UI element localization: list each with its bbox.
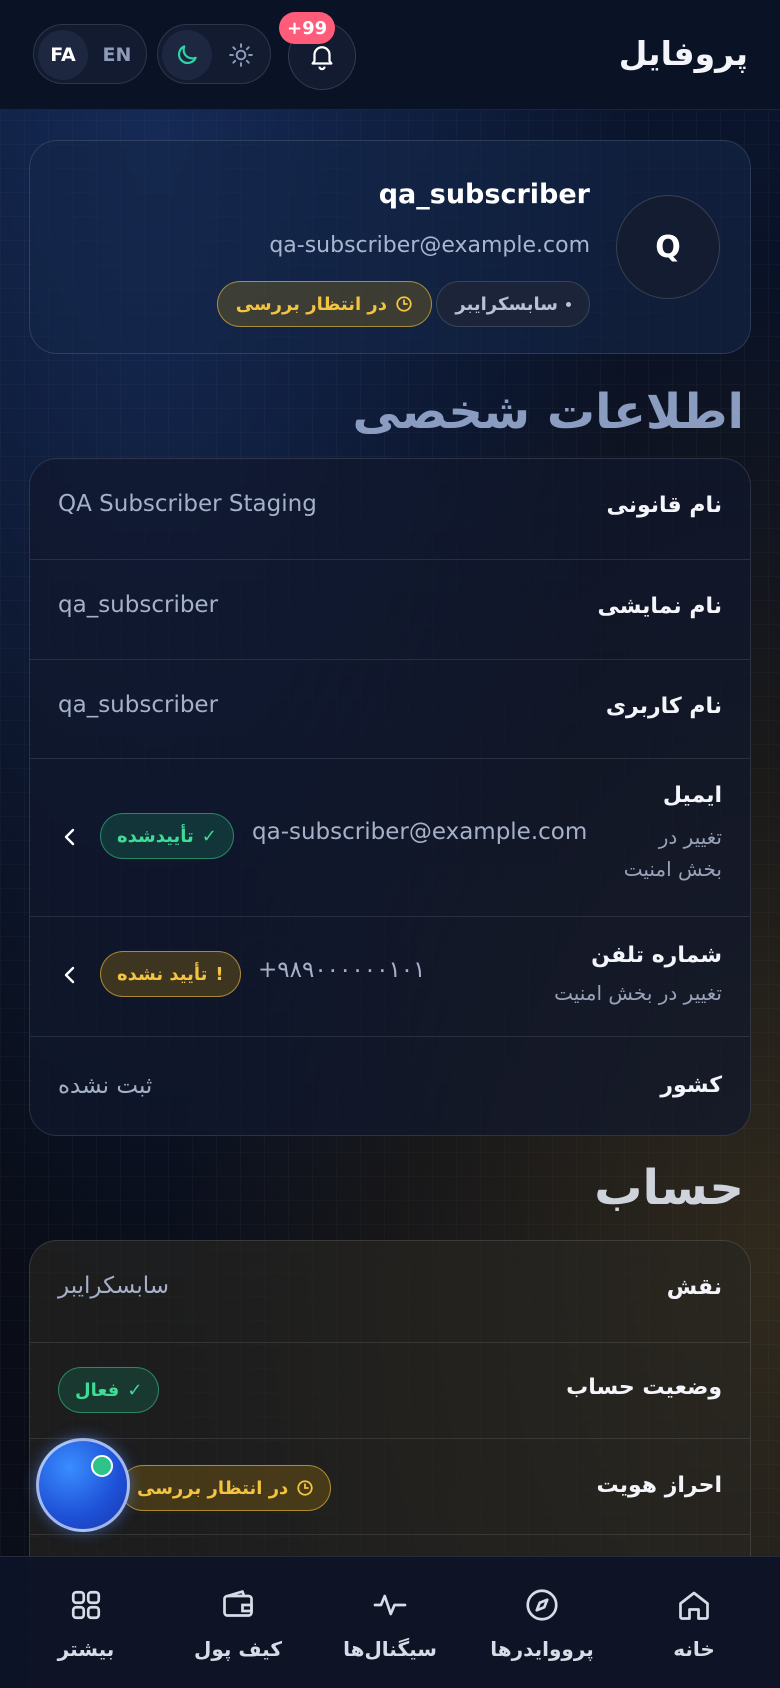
notification-count-badge: +99 bbox=[279, 12, 336, 44]
email-hint-line1: تغییر در bbox=[658, 825, 722, 849]
nav-item-more[interactable]: بیشتر bbox=[8, 1557, 164, 1688]
sun-icon bbox=[229, 43, 253, 67]
phone-unverified-label: تأیید نشده bbox=[117, 963, 208, 985]
nav-home-label: خانه bbox=[673, 1637, 715, 1661]
country-value: ثبت نشده bbox=[58, 1073, 153, 1099]
email-change-hint: تغییر در بخش امنیت bbox=[624, 821, 722, 885]
light-mode-option[interactable] bbox=[216, 30, 266, 80]
role-value: سابسکرایبر bbox=[58, 1273, 170, 1299]
phone-label: شماره تلفن bbox=[591, 943, 722, 968]
moon-icon bbox=[177, 45, 197, 65]
account-active-chip: فعال ✓ bbox=[58, 1367, 160, 1413]
email-row[interactable]: ایمیل تغییر در بخش امنیت qa-subscriber@e… bbox=[30, 759, 750, 917]
email-verified-chip: تأییدشده ✓ bbox=[100, 813, 234, 859]
phone-row[interactable]: شماره تلفن تغییر در بخش امنیت +۹۸۹۰۰۰۰۰۰… bbox=[30, 917, 750, 1037]
role-row: نقش سابسکرایبر bbox=[30, 1241, 750, 1343]
account-active-label: فعال bbox=[75, 1379, 120, 1401]
account-status-row: وضعیت حساب فعال ✓ bbox=[30, 1343, 750, 1439]
bottom-navigation: خانه پرووایدرها سیگنال‌ها کیف پول بیشتر bbox=[0, 1556, 780, 1688]
username-value: qa_subscriber bbox=[58, 692, 219, 718]
check-icon: ✓ bbox=[127, 1379, 143, 1401]
pending-chip-label: در انتظار بررسی bbox=[235, 293, 387, 315]
compass-icon bbox=[526, 1589, 558, 1621]
personal-info-card: نام قانونی QA Subscriber Staging نام نما… bbox=[29, 458, 751, 1136]
nav-item-signals[interactable]: سیگنال‌ها bbox=[312, 1557, 468, 1688]
top-bar: پروفایل FA EN +99 bbox=[0, 0, 780, 110]
kyc-pending-label: در انتظار بررسی bbox=[137, 1477, 289, 1499]
phone-unverified-chip: تأیید نشده ! bbox=[100, 951, 241, 997]
legal-name-row: نام قانونی QA Subscriber Staging bbox=[30, 459, 750, 560]
email-hint-line2: بخش امنیت bbox=[623, 857, 722, 881]
kyc-row: احراز هویت در انتظار بررسی bbox=[30, 1439, 750, 1535]
phone-change-hint: تغییر در بخش امنیت bbox=[554, 981, 722, 1005]
chevron-left-icon[interactable] bbox=[62, 825, 78, 849]
nav-signals-label: سیگنال‌ها bbox=[343, 1637, 437, 1661]
account-status-label: وضعیت حساب bbox=[566, 1375, 722, 1400]
personal-info-title: اطلاعات شخصی bbox=[352, 384, 744, 440]
profile-email: qa-subscriber@example.com bbox=[269, 233, 590, 258]
page-title: پروفایل bbox=[618, 34, 748, 73]
check-icon: ✓ bbox=[201, 825, 217, 847]
status-dot-icon bbox=[91, 1455, 113, 1477]
dark-mode-option[interactable] bbox=[162, 30, 212, 80]
email-label: ایمیل bbox=[662, 783, 722, 808]
nav-providers-label: پرووایدرها bbox=[490, 1637, 594, 1661]
role-chip-label: سابسکرایبر bbox=[455, 293, 558, 315]
phone-value: +۹۸۹۰۰۰۰۰۰۱۰۱ bbox=[258, 957, 426, 983]
exclamation-icon: ! bbox=[215, 963, 224, 985]
kyc-label: احراز هویت bbox=[596, 1473, 722, 1498]
floating-assistant-button[interactable] bbox=[36, 1438, 130, 1532]
language-toggle[interactable]: FA EN bbox=[33, 24, 147, 84]
chevron-left-icon[interactable] bbox=[62, 963, 78, 987]
bell-icon bbox=[311, 46, 333, 71]
wallet-icon bbox=[223, 1590, 253, 1617]
country-row: کشور ثبت نشده bbox=[30, 1037, 750, 1137]
username-label: نام کاربری bbox=[605, 694, 722, 719]
avatar: Q bbox=[616, 195, 720, 299]
profile-card: Q qa_subscriber qa-subscriber@example.co… bbox=[29, 140, 751, 354]
grid-icon bbox=[71, 1590, 101, 1620]
lang-fa-option[interactable]: FA bbox=[38, 30, 88, 80]
country-label: کشور bbox=[660, 1073, 722, 1098]
display-name-label: نام نمایشی bbox=[597, 594, 722, 619]
legal-name-value: QA Subscriber Staging bbox=[58, 491, 317, 517]
activity-icon bbox=[373, 1594, 407, 1616]
theme-toggle[interactable] bbox=[157, 24, 271, 84]
dot-icon bbox=[566, 301, 571, 307]
kyc-pending-chip: در انتظار بررسی bbox=[120, 1465, 332, 1511]
lang-en-option[interactable]: EN bbox=[92, 30, 142, 80]
legal-name-label: نام قانونی bbox=[606, 493, 722, 518]
display-name-row: نام نمایشی qa_subscriber bbox=[30, 560, 750, 660]
email-verified-label: تأییدشده bbox=[117, 825, 194, 847]
nav-wallet-label: کیف پول bbox=[194, 1637, 282, 1661]
nav-item-home[interactable]: خانه bbox=[616, 1557, 772, 1688]
nav-item-wallet[interactable]: کیف پول bbox=[160, 1557, 316, 1688]
username-row: نام کاربری qa_subscriber bbox=[30, 660, 750, 759]
clock-icon bbox=[297, 1480, 313, 1496]
role-chip: سابسکرایبر bbox=[436, 281, 590, 327]
display-name-value: qa_subscriber bbox=[58, 592, 219, 618]
email-value: qa-subscriber@example.com bbox=[252, 819, 588, 845]
nav-more-label: بیشتر bbox=[57, 1637, 115, 1661]
home-icon bbox=[679, 1591, 709, 1620]
pending-status-chip: در انتظار بررسی bbox=[216, 281, 432, 327]
nav-item-providers[interactable]: پرووایدرها bbox=[464, 1557, 620, 1688]
profile-username: qa_subscriber bbox=[378, 179, 590, 210]
clock-icon bbox=[396, 296, 412, 312]
account-title: حساب bbox=[594, 1160, 744, 1216]
role-label: نقش bbox=[666, 1275, 722, 1300]
